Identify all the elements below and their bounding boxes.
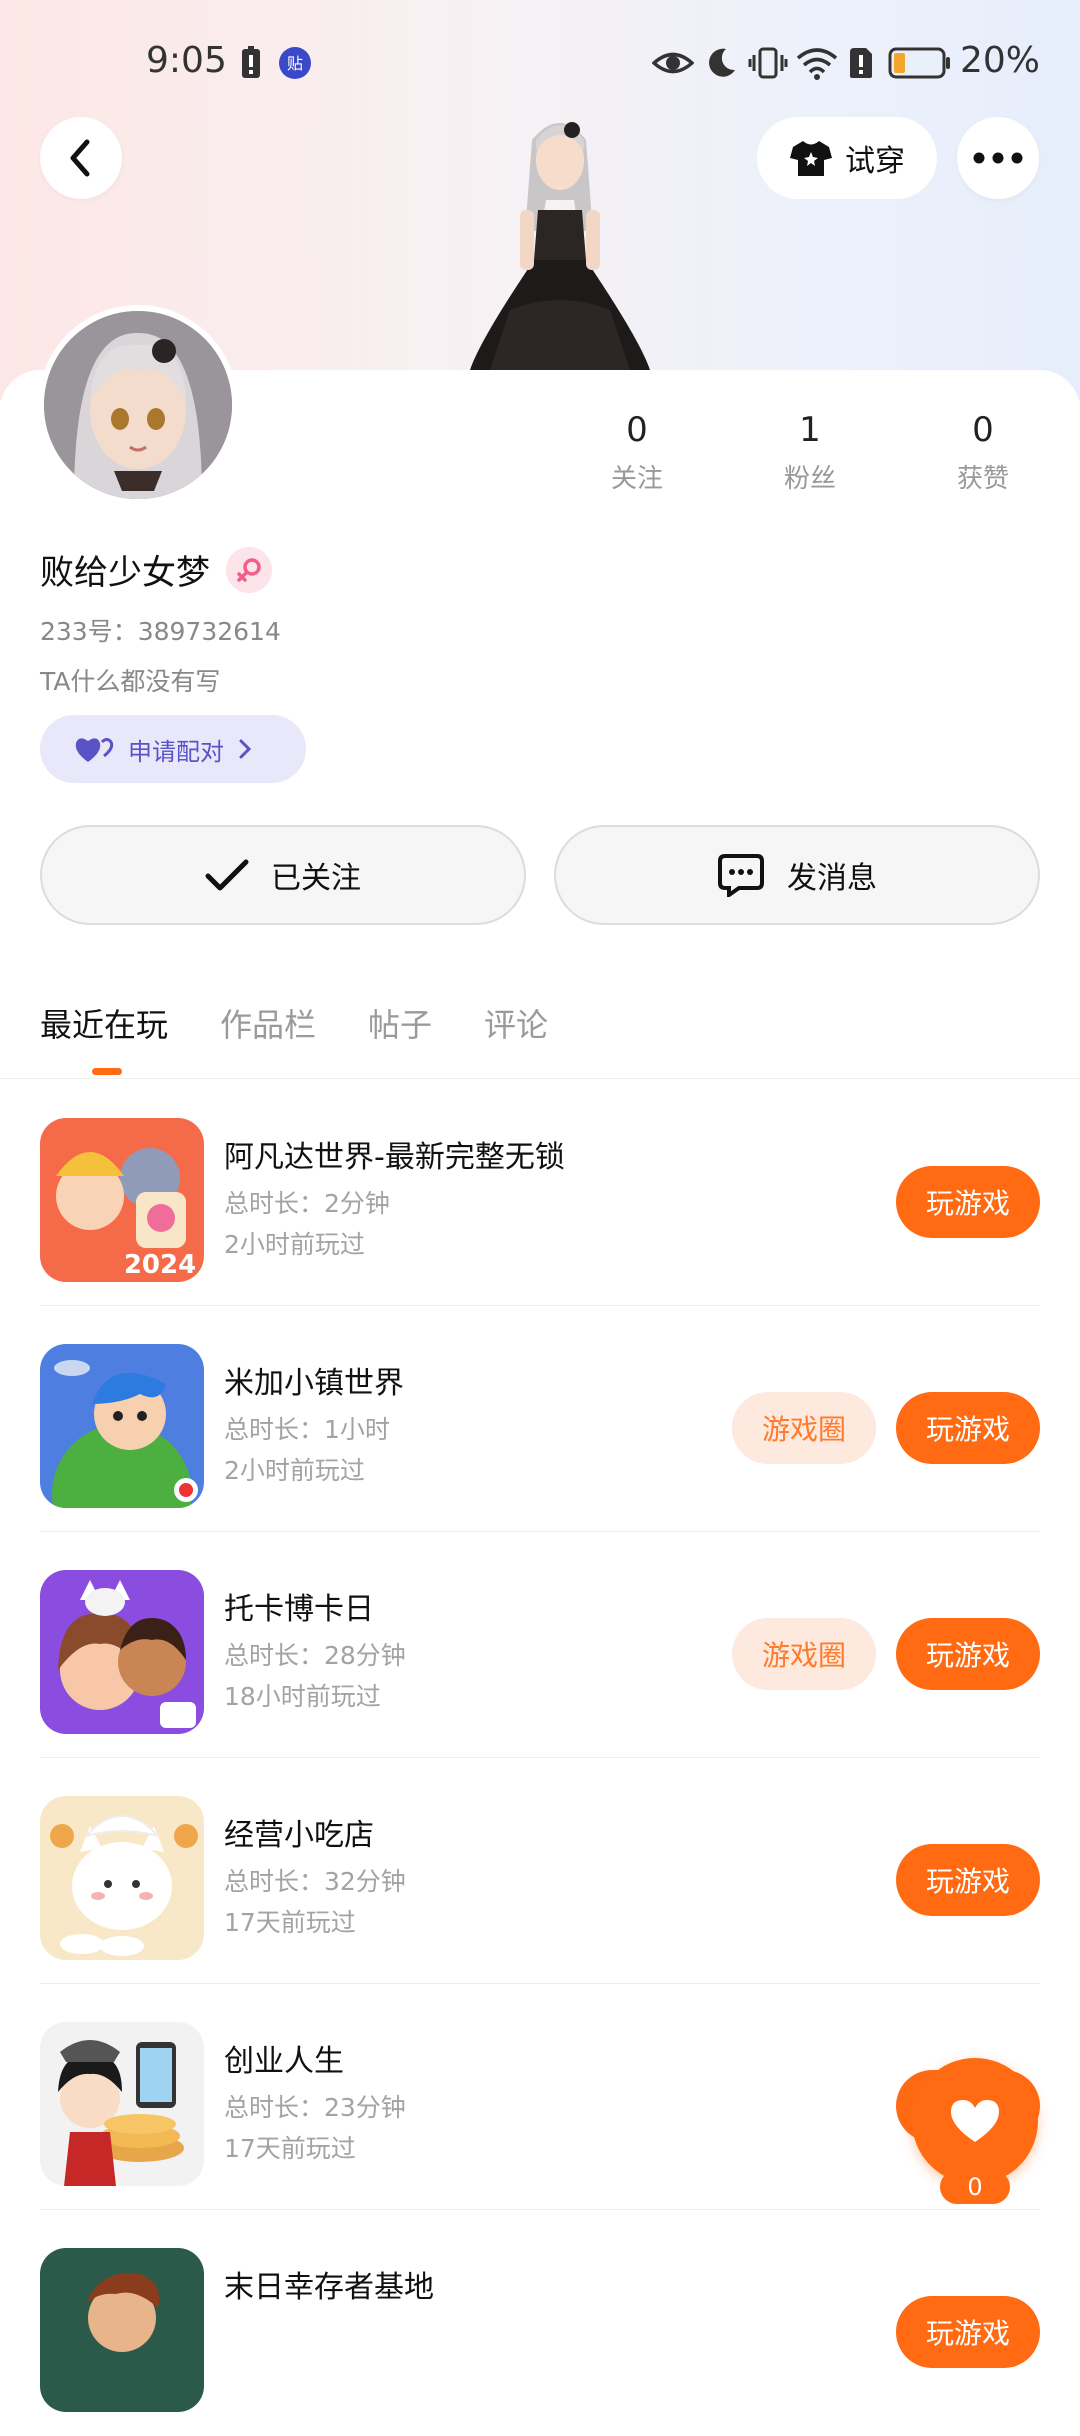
game-name: 阿凡达世界-最新完整无锁	[224, 1140, 565, 1175]
avatar-character-model[interactable]	[440, 110, 680, 370]
tab-posts[interactable]: 帖子	[368, 1000, 432, 1060]
moon-icon	[704, 46, 738, 89]
active-tab-indicator	[92, 1068, 122, 1075]
play-game-button[interactable]: 玩游戏	[896, 2296, 1040, 2368]
game-last-played: 17天前玩过	[224, 2134, 356, 2163]
game-row[interactable]: 2024 阿凡达世界-最新完整无锁 总时长：2分钟 2小时前玩过 玩游戏	[40, 1080, 1040, 1306]
tab-divider	[0, 1078, 1080, 1079]
user-bio: TA什么都没有写	[40, 667, 221, 696]
game-duration: 总时长：32分钟	[224, 1867, 406, 1896]
stat-followers-label: 粉丝	[783, 464, 836, 494]
more-dots-icon	[973, 152, 1023, 164]
play-game-button[interactable]: 玩游戏	[896, 1618, 1040, 1690]
floating-like-button[interactable]	[912, 2058, 1038, 2184]
chevron-left-icon	[70, 139, 90, 177]
checkmark-icon	[205, 859, 249, 891]
like-count: 0	[940, 2170, 1010, 2204]
game-row[interactable]: 末日幸存者基地 玩游戏	[40, 2210, 1040, 2436]
game-name: 米加小镇世界	[224, 1366, 404, 1401]
game-icon-badge: 2024	[124, 1250, 196, 1280]
game-icon	[40, 2022, 204, 2186]
battery-percent: 20%	[960, 40, 1041, 81]
stat-likes[interactable]: 0 获赞	[923, 410, 1043, 495]
game-duration: 总时长：2分钟	[224, 1189, 390, 1218]
play-game-button[interactable]: 玩游戏	[896, 1392, 1040, 1464]
game-duration: 总时长：23分钟	[224, 2093, 406, 2122]
eye-icon	[651, 46, 695, 89]
chevron-right-icon	[239, 739, 252, 759]
stat-following-value: 0	[626, 410, 648, 450]
tshirt-icon	[790, 141, 832, 176]
vibrate-icon	[748, 46, 788, 89]
followed-button[interactable]: 已关注	[40, 825, 526, 925]
game-row[interactable]: 经营小吃店 总时长：32分钟 17天前玩过 玩游戏	[40, 1758, 1040, 1984]
stat-following-label: 关注	[610, 464, 663, 494]
avatar[interactable]	[38, 305, 238, 505]
game-name: 创业人生	[224, 2044, 344, 2079]
game-last-played: 2小时前玩过	[224, 1230, 365, 1259]
game-icon: 2024	[40, 1118, 204, 1282]
game-name: 托卡博卡日	[224, 1592, 374, 1627]
tab-works[interactable]: 作品栏	[220, 1000, 316, 1060]
game-icon	[40, 1344, 204, 1508]
pair-request-label: 申请配对	[128, 737, 224, 766]
battery-saver-icon	[240, 46, 262, 89]
play-game-button[interactable]: 玩游戏	[896, 1844, 1040, 1916]
game-last-played: 2小时前玩过	[224, 1456, 365, 1485]
tab-comments[interactable]: 评论	[484, 1000, 548, 1060]
game-last-played: 18小时前玩过	[224, 1682, 381, 1711]
stat-followers-value: 1	[799, 410, 821, 450]
avatar-image	[44, 311, 232, 499]
status-bar: 9:05 贴 20%	[0, 40, 1080, 90]
game-row[interactable]: 米加小镇世界 总时长：1小时 2小时前玩过 游戏圈 玩游戏	[40, 1306, 1040, 1532]
chat-bubble-icon	[718, 854, 764, 897]
game-row[interactable]: 创业人生 总时长：23分钟 17天前玩过 玩游戏	[40, 1984, 1040, 2210]
game-name: 末日幸存者基地	[224, 2270, 434, 2305]
send-message-button[interactable]: 发消息	[554, 825, 1040, 925]
more-button[interactable]	[957, 117, 1039, 199]
back-button[interactable]	[40, 117, 122, 199]
game-duration: 总时长：1小时	[224, 1415, 390, 1444]
tab-recent-play[interactable]: 最近在玩	[40, 1000, 168, 1060]
game-duration: 总时长：28分钟	[224, 1641, 406, 1670]
stat-likes-label: 获赞	[956, 464, 1009, 494]
hearts-icon	[75, 738, 114, 762]
game-circle-button[interactable]: 游戏圈	[732, 1618, 876, 1690]
wifi-icon	[796, 46, 838, 89]
status-time: 9:05	[146, 40, 227, 81]
followed-label: 已关注	[271, 861, 361, 896]
game-icon	[40, 1796, 204, 1960]
game-icon	[40, 1570, 204, 1734]
battery-icon	[888, 46, 952, 89]
user-id: 233号：389732614	[40, 617, 281, 646]
stat-likes-value: 0	[972, 410, 994, 450]
game-row[interactable]: 托卡博卡日 总时长：28分钟 18小时前玩过 游戏圈 玩游戏	[40, 1532, 1040, 1758]
try-on-label: 试穿	[845, 144, 905, 179]
game-icon	[40, 2248, 204, 2412]
heart-icon	[951, 2100, 999, 2142]
app-notification-icon: 贴	[278, 46, 312, 89]
female-gender-icon	[226, 546, 272, 593]
play-game-button[interactable]: 玩游戏	[896, 1166, 1040, 1238]
try-on-button[interactable]: 试穿	[757, 117, 937, 199]
game-last-played: 17天前玩过	[224, 1908, 356, 1937]
send-message-label: 发消息	[787, 861, 877, 896]
game-name: 经营小吃店	[224, 1818, 374, 1853]
svg-text:贴: 贴	[287, 54, 303, 73]
profile-tabs: 最近在玩 作品栏 帖子 评论	[40, 1000, 548, 1060]
stat-following[interactable]: 0 关注	[577, 410, 697, 495]
profile-name: 败给少女梦	[40, 553, 210, 593]
game-circle-button[interactable]: 游戏圈	[732, 1392, 876, 1464]
stat-followers[interactable]: 1 粉丝	[750, 410, 870, 495]
pair-request-button[interactable]: 申请配对	[40, 715, 306, 783]
profile-name-row: 败给少女梦	[40, 545, 272, 594]
sim-alert-icon	[848, 46, 874, 89]
